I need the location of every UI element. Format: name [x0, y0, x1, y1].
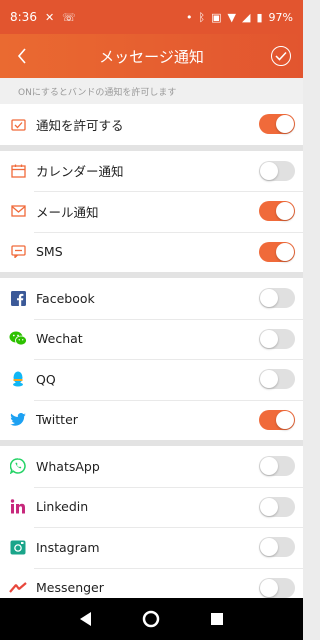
- notification-list: 通知を許可する カレンダー通知 メール通知 SMS Facebook Wechat QQ Tw…: [0, 104, 303, 608]
- twitter-icon: [9, 411, 27, 429]
- status-bar: 8:36 ✕ ☏ • ᛒ ▣ ▼ ◢ ▮ 97%: [0, 0, 303, 34]
- settings-section: Facebook Wechat QQ Twitter: [0, 278, 303, 440]
- nfc-icon: ▣: [211, 10, 222, 24]
- toggle-linkedin[interactable]: [259, 496, 295, 517]
- row-label: Twitter: [36, 412, 78, 428]
- toggle-instagram[interactable]: [259, 537, 295, 558]
- row-label: Facebook: [36, 290, 95, 306]
- nav-recents-icon[interactable]: [210, 613, 223, 625]
- row-notify[interactable]: 通知を許可する: [0, 104, 303, 145]
- instagram-icon: [9, 538, 27, 556]
- toggle-messenger[interactable]: [259, 577, 295, 598]
- toggle-twitter[interactable]: [259, 409, 295, 430]
- toggle-calendar[interactable]: [259, 160, 295, 181]
- toggle-whatsapp[interactable]: [259, 456, 295, 477]
- status-left: 8:36 ✕ ☏: [10, 10, 76, 24]
- row-label: 通知を許可する: [36, 117, 124, 133]
- row-label: WhatsApp: [36, 458, 100, 474]
- row-facebook[interactable]: Facebook: [0, 278, 303, 319]
- toggle-facebook[interactable]: [259, 288, 295, 309]
- confirm-button[interactable]: [271, 46, 291, 66]
- wechat-icon: [9, 330, 27, 348]
- description-text: ONにするとバンドの通知を許可します: [0, 78, 303, 104]
- sms-icon: [9, 243, 27, 261]
- nav-home-icon[interactable]: [142, 610, 160, 628]
- row-twitter[interactable]: Twitter: [0, 399, 303, 441]
- check-icon: [275, 51, 287, 61]
- toggle-knob: [260, 289, 278, 308]
- settings-section: 通知を許可する: [0, 104, 303, 145]
- row-linkedin[interactable]: Linkedin: [0, 486, 303, 528]
- toggle-knob: [260, 161, 278, 180]
- battery-icon: ▮: [256, 10, 263, 24]
- linkedin-icon: [9, 498, 27, 516]
- row-label: QQ: [36, 371, 56, 387]
- page-title: メッセージ通知: [99, 47, 204, 66]
- row-wechat[interactable]: Wechat: [0, 318, 303, 360]
- row-whatsapp[interactable]: WhatsApp: [0, 446, 303, 487]
- row-instagram[interactable]: Instagram: [0, 527, 303, 568]
- row-label: SMS: [36, 244, 63, 260]
- row-label: Wechat: [36, 331, 83, 347]
- messenger-icon: [9, 579, 27, 597]
- toggle-knob: [276, 410, 294, 429]
- row-label: Linkedin: [36, 499, 89, 515]
- settings-section: WhatsApp Linkedin Instagram Messenger: [0, 446, 303, 608]
- settings-section: カレンダー通知 メール通知 SMS: [0, 150, 303, 273]
- row-label: Instagram: [36, 539, 100, 555]
- toggle-knob: [260, 538, 278, 557]
- row-sms[interactable]: SMS: [0, 231, 303, 273]
- back-button[interactable]: [10, 42, 34, 70]
- toggle-knob: [276, 115, 294, 134]
- toggle-notify[interactable]: [259, 114, 295, 135]
- tool-notification-icon: ✕: [44, 10, 55, 24]
- toggle-knob: [260, 329, 278, 348]
- nav-back-icon[interactable]: [80, 612, 92, 626]
- row-calendar[interactable]: カレンダー通知: [0, 151, 303, 192]
- mail-icon: [9, 202, 27, 220]
- app-bar: メッセージ通知: [0, 34, 303, 78]
- facebook-icon: [9, 289, 27, 307]
- wifi-icon: ▼: [227, 10, 237, 24]
- system-nav-bar: [0, 598, 303, 640]
- toggle-wechat[interactable]: [259, 328, 295, 349]
- notify-icon: [9, 115, 27, 133]
- whatsapp-icon: [9, 457, 27, 475]
- toggle-knob: [260, 370, 278, 389]
- toggle-knob: [276, 242, 294, 261]
- toggle-qq[interactable]: [259, 369, 295, 390]
- status-time: 8:36: [10, 10, 37, 24]
- phone-notification-icon: ☏: [62, 10, 76, 24]
- toggle-knob: [260, 578, 278, 597]
- back-arrow-icon: [17, 48, 26, 64]
- dot-icon: •: [186, 10, 193, 24]
- toggle-knob: [260, 497, 278, 516]
- row-label: カレンダー通知: [36, 164, 124, 180]
- calendar-icon: [9, 162, 27, 180]
- toggle-knob: [276, 202, 294, 221]
- battery-level: 97%: [268, 10, 293, 24]
- toggle-mail[interactable]: [259, 201, 295, 222]
- qq-icon: [9, 370, 27, 388]
- row-mail[interactable]: メール通知: [0, 191, 303, 232]
- row-label: Messenger: [36, 580, 104, 596]
- signal-icon: ◢: [242, 10, 251, 24]
- toggle-sms[interactable]: [259, 241, 295, 262]
- toggle-knob: [260, 457, 278, 476]
- row-qq[interactable]: QQ: [0, 359, 303, 400]
- status-right: • ᛒ ▣ ▼ ◢ ▮ 97%: [186, 11, 293, 24]
- row-label: メール通知: [36, 204, 99, 220]
- bluetooth-icon: ᛒ: [198, 10, 206, 24]
